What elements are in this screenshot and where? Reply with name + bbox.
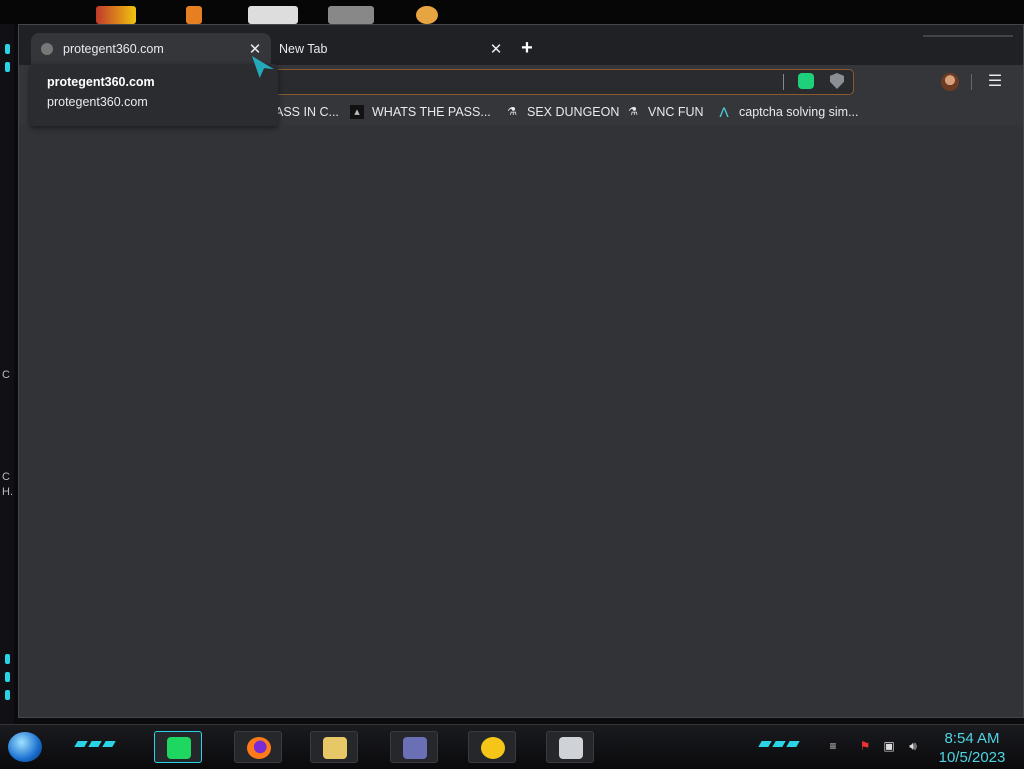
spotify-icon xyxy=(167,737,191,759)
flask-icon: ⚗ xyxy=(507,106,517,118)
monitor-icon xyxy=(559,737,583,759)
taskbar-app-firefox[interactable] xyxy=(234,731,282,763)
close-tab-icon[interactable]: ✕ xyxy=(247,40,263,58)
folder-icon xyxy=(323,737,347,759)
tab-strip: protegent360.com ✕ New Tab ✕ + xyxy=(19,25,1023,65)
network-icon[interactable]: ▣ xyxy=(882,739,896,753)
tab-new-tab[interactable]: New Tab ✕ xyxy=(267,33,512,65)
taskbar-app-system-monitor[interactable] xyxy=(546,731,594,763)
taskbar-glow xyxy=(772,741,786,747)
new-tab-button[interactable]: + xyxy=(515,37,539,61)
taskbar-app-id-card[interactable] xyxy=(390,731,438,763)
bookmark-item[interactable]: ▴ WHATS THE PASS... xyxy=(350,103,491,121)
bookmark-label: captcha solving sim... xyxy=(739,105,859,119)
bookmark-item[interactable]: ⚗ SEX DUNGEON xyxy=(505,103,619,121)
firefox-icon xyxy=(247,737,271,759)
address-bar[interactable] xyxy=(249,69,854,95)
toolbar-separator xyxy=(971,74,972,90)
taskbar-glow xyxy=(74,741,88,747)
desktop-icon-1[interactable] xyxy=(96,6,136,24)
shield-icon[interactable] xyxy=(830,73,844,89)
taskbar-app-file-explorer[interactable] xyxy=(310,731,358,763)
menu-icon[interactable]: ☰ xyxy=(987,71,1003,91)
action-center-flag-icon[interactable]: ⚑ xyxy=(858,739,872,753)
lambda-icon: Λ xyxy=(719,104,729,120)
desktop-text: C xyxy=(2,471,10,483)
clock-date: 10/5/2023 xyxy=(938,749,1006,766)
taskbar-glow xyxy=(786,741,800,747)
taskbar-glow xyxy=(758,741,772,747)
edge-glow xyxy=(5,62,10,72)
edge-glow xyxy=(5,654,10,664)
taskbar-app-p[interactable] xyxy=(468,731,516,763)
edge-glow xyxy=(5,672,10,682)
taskbar-glow xyxy=(88,741,102,747)
bookmark-label: ASS IN C... xyxy=(275,105,339,119)
clock-time: 8:54 AM xyxy=(944,730,1000,747)
desktop-text: H. xyxy=(2,486,13,498)
desktop-text: C xyxy=(2,369,10,381)
bookmark-item[interactable]: ⚗ VNC FUN xyxy=(626,103,704,121)
browser-window: protegent360.com ✕ New Tab ✕ + ☰ ASS IN … xyxy=(18,24,1024,718)
desktop-icon-4[interactable] xyxy=(328,6,374,24)
desktop-icon-3[interactable] xyxy=(248,6,298,24)
bookmark-label: VNC FUN xyxy=(648,105,704,119)
bookmark-item[interactable]: ASS IN C... xyxy=(275,103,339,121)
bookmark-item[interactable]: Λ captcha solving sim... xyxy=(717,103,859,121)
tab-title: protegent360.com xyxy=(63,42,164,56)
taskbar: ≡ ⚑ ▣ 🔊︎ 8:54 AM 10/5/2023 xyxy=(0,724,1024,769)
page-content[interactable] xyxy=(19,125,1023,717)
hover-card-url: protegent360.com xyxy=(47,95,148,109)
bookmark-label: WHATS THE PASS... xyxy=(372,105,491,119)
profile-avatar-icon[interactable] xyxy=(941,73,959,91)
tab-hover-card: protegent360.com protegent360.com xyxy=(30,64,278,126)
favicon-icon xyxy=(41,43,53,55)
edge-glow xyxy=(5,690,10,700)
volume-icon[interactable]: 🔊︎ xyxy=(906,739,920,753)
desktop-top-strip xyxy=(0,0,1024,24)
desktop-icon-5[interactable] xyxy=(416,6,438,24)
p-app-icon xyxy=(481,737,505,759)
edge-glow xyxy=(5,44,10,54)
tab-title: New Tab xyxy=(279,42,328,56)
tab-protegent360[interactable]: protegent360.com ✕ xyxy=(31,33,271,65)
window-frame-edge xyxy=(923,25,1013,37)
id-card-icon xyxy=(403,737,427,759)
taskbar-glow xyxy=(102,741,116,747)
flask-icon: ⚗ xyxy=(628,106,638,118)
taskbar-app-spotify[interactable] xyxy=(154,731,202,763)
image-icon: ▴ xyxy=(350,105,364,119)
close-tab-icon[interactable]: ✕ xyxy=(488,40,504,58)
desktop-left-edge: C C H. xyxy=(0,24,14,724)
start-button[interactable] xyxy=(8,732,42,762)
bookmark-label: SEX DUNGEON xyxy=(527,105,620,119)
extension-green-icon[interactable] xyxy=(798,73,814,89)
clock[interactable]: 8:54 AM 10/5/2023 xyxy=(930,729,1014,767)
hover-card-title: protegent360.com xyxy=(47,75,155,89)
show-hidden-icons-icon[interactable]: ≡ xyxy=(826,739,840,753)
omnibox-separator xyxy=(783,74,784,90)
desktop-icon-2[interactable] xyxy=(186,6,202,24)
